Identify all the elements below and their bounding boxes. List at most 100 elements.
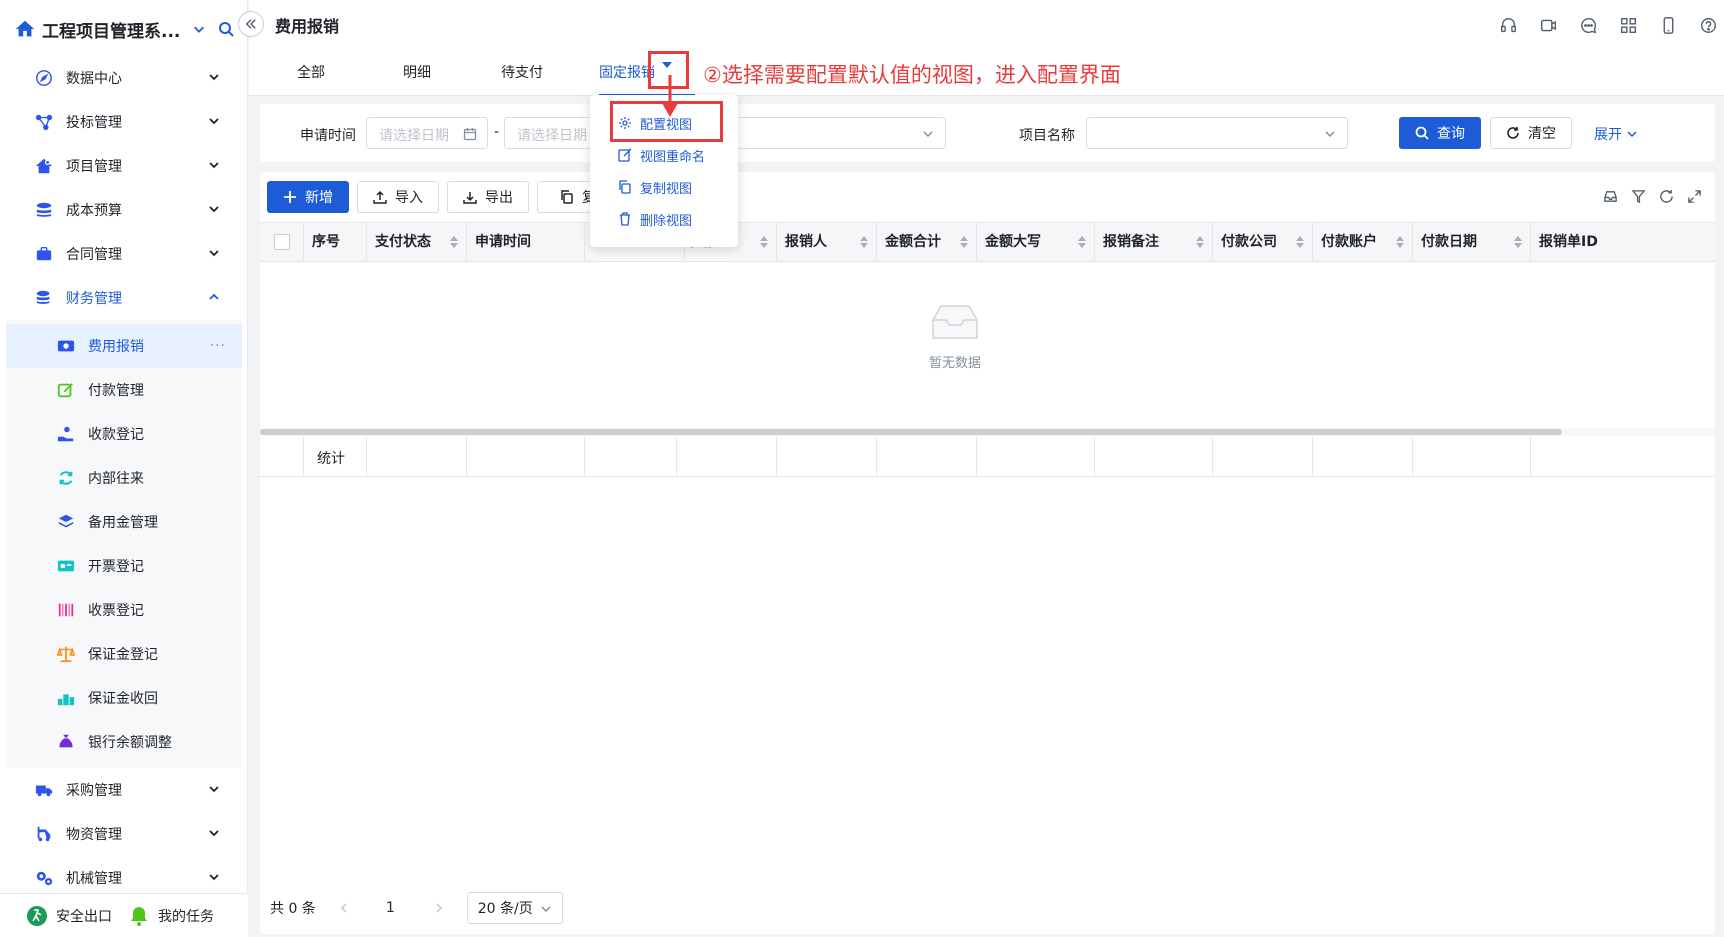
- help-icon[interactable]: [1698, 15, 1718, 35]
- summary-cell: [367, 437, 467, 477]
- column-header-payment-status[interactable]: 支付状态: [367, 223, 467, 261]
- headset-icon[interactable]: [1498, 15, 1518, 35]
- column-header-reimburser[interactable]: 报销人: [777, 223, 877, 261]
- chevron-down-icon[interactable]: [192, 22, 206, 36]
- project-name-select[interactable]: [1086, 117, 1348, 149]
- menu-item-data-center[interactable]: 数据中心: [0, 56, 248, 100]
- query-button[interactable]: 查询: [1399, 117, 1481, 149]
- col-label: 报销人: [785, 234, 827, 250]
- start-date-input[interactable]: 请选择日期: [366, 117, 488, 149]
- sidebar-item-invoicing[interactable]: 开票登记: [6, 544, 242, 588]
- horizontal-scrollbar[interactable]: [260, 428, 1715, 436]
- apps-icon[interactable]: [1618, 15, 1638, 35]
- table-summary-row: 统计: [260, 437, 1715, 477]
- scroll-thumb[interactable]: [260, 429, 1562, 435]
- fullscreen-icon[interactable]: [1687, 189, 1703, 205]
- sidebar-item-expense-reimbursement[interactable]: 费用报销 ···: [6, 324, 242, 368]
- add-button[interactable]: 新增: [267, 181, 349, 213]
- column-header-payer-company[interactable]: 付款公司: [1213, 223, 1313, 261]
- inbox-icon[interactable]: [1603, 189, 1619, 205]
- sidebar-item-receipt[interactable]: 收款登记: [6, 412, 242, 456]
- export-button[interactable]: 导出: [447, 181, 529, 213]
- more-icon[interactable]: ···: [210, 338, 226, 354]
- sort-icon[interactable]: [1078, 236, 1086, 248]
- table-header: 序号 支付状态 申请时间 申请人 报销人 金额合计 金额大写 报销备注 付款公司…: [260, 222, 1715, 262]
- column-header-remarks[interactable]: 报销备注: [1095, 223, 1213, 261]
- sort-icon[interactable]: [760, 236, 768, 248]
- edit-icon: [56, 380, 76, 400]
- sidebar-item-bank-balance[interactable]: 银行余额调整: [6, 720, 242, 764]
- scale-icon: [56, 644, 76, 664]
- layers-icon: [56, 512, 76, 532]
- export-label: 导出: [485, 190, 513, 206]
- menu-item-project[interactable]: 项目管理: [0, 144, 248, 188]
- column-header-amount-words[interactable]: 金额大写: [977, 223, 1095, 261]
- filter-icon[interactable]: [1631, 189, 1647, 205]
- clear-button[interactable]: 清空: [1490, 117, 1572, 149]
- col-label: 报销单ID: [1539, 234, 1598, 250]
- column-header-total-amount[interactable]: 金额合计: [877, 223, 977, 261]
- brand[interactable]: 工程项目管理系...: [14, 14, 236, 44]
- chevron-down-icon: [209, 874, 219, 881]
- sidebar-item-payment[interactable]: 付款管理: [6, 368, 242, 412]
- placeholder: 请选择日期: [379, 128, 449, 144]
- column-header-reimbursement-id[interactable]: 报销单ID: [1531, 223, 1715, 261]
- select-all-checkbox[interactable]: [274, 234, 290, 250]
- forklift-icon: [34, 824, 54, 844]
- menu-label: 财务管理: [66, 291, 122, 307]
- chevron-down-icon: [1325, 131, 1335, 138]
- exit-button[interactable]: 安全出口: [26, 905, 112, 927]
- bell-icon: [131, 906, 147, 926]
- sidebar-item-invoice-receipt[interactable]: 收票登记: [6, 588, 242, 632]
- sidebar-item-deposit[interactable]: 保证金登记: [6, 632, 242, 676]
- import-button[interactable]: 导入: [357, 181, 439, 213]
- expand-filter-button[interactable]: 展开: [1594, 124, 1638, 144]
- menu-item-bidding[interactable]: 投标管理: [0, 100, 248, 144]
- tab-detail[interactable]: 明细: [403, 50, 431, 96]
- column-header-payer-account[interactable]: 付款账户: [1313, 223, 1413, 261]
- my-tasks-button[interactable]: 我的任务: [128, 905, 214, 927]
- tab-pending-payment[interactable]: 待支付: [501, 50, 543, 96]
- sort-icon[interactable]: [1514, 236, 1522, 248]
- sort-icon[interactable]: [1196, 236, 1204, 248]
- sort-icon[interactable]: [960, 236, 968, 248]
- chevron-down-icon: [209, 74, 219, 81]
- menu-item-cost-budget[interactable]: 成本预算: [0, 188, 248, 232]
- menu-item-copy-view[interactable]: 复制视图: [618, 175, 692, 199]
- page-size-select[interactable]: 20 条/页: [466, 892, 563, 924]
- prev-page-icon[interactable]: [338, 902, 350, 914]
- collapse-sidebar-button[interactable]: [238, 11, 264, 37]
- chevron-down-icon: [209, 118, 219, 125]
- top-bar: 费用报销: [249, 0, 1724, 50]
- sidebar-item-petty-cash[interactable]: 备用金管理: [6, 500, 242, 544]
- col-label: 付款公司: [1221, 234, 1277, 250]
- menu-item-finance[interactable]: 财务管理: [0, 276, 248, 320]
- reload-icon[interactable]: [1659, 189, 1675, 205]
- tab-all[interactable]: 全部: [297, 50, 325, 96]
- sort-icon[interactable]: [450, 236, 458, 248]
- sort-icon[interactable]: [1396, 236, 1404, 248]
- phone-icon[interactable]: [1658, 15, 1678, 35]
- page-size-value: 20 条/页: [477, 901, 533, 917]
- menu-item-rename-view[interactable]: 视图重命名: [618, 143, 705, 167]
- menu-item-delete-view[interactable]: 删除视图: [618, 207, 692, 231]
- menu-item-procurement[interactable]: 采购管理: [0, 768, 248, 812]
- column-header-payment-date[interactable]: 付款日期: [1413, 223, 1531, 261]
- menu-item-contract[interactable]: 合同管理: [0, 232, 248, 276]
- current-page[interactable]: 1: [386, 900, 395, 916]
- table-tools: [1591, 189, 1703, 205]
- sort-icon[interactable]: [1296, 236, 1304, 248]
- coins-icon: [34, 288, 54, 308]
- search-icon[interactable]: [218, 21, 235, 37]
- chat-icon[interactable]: [1578, 15, 1598, 35]
- sub-item-label: 保证金收回: [88, 691, 158, 707]
- sidebar-item-deposit-return[interactable]: 保证金收回: [6, 676, 242, 720]
- menu-label: 项目管理: [66, 159, 122, 175]
- menu-item-materials[interactable]: 物资管理: [0, 812, 248, 856]
- sidebar-item-internal[interactable]: 内部往来: [6, 456, 242, 500]
- video-icon[interactable]: [1538, 15, 1558, 35]
- sort-icon[interactable]: [860, 236, 868, 248]
- compass-icon: [34, 68, 54, 88]
- next-page-icon[interactable]: [433, 902, 445, 914]
- column-header-apply-time[interactable]: 申请时间: [467, 223, 585, 261]
